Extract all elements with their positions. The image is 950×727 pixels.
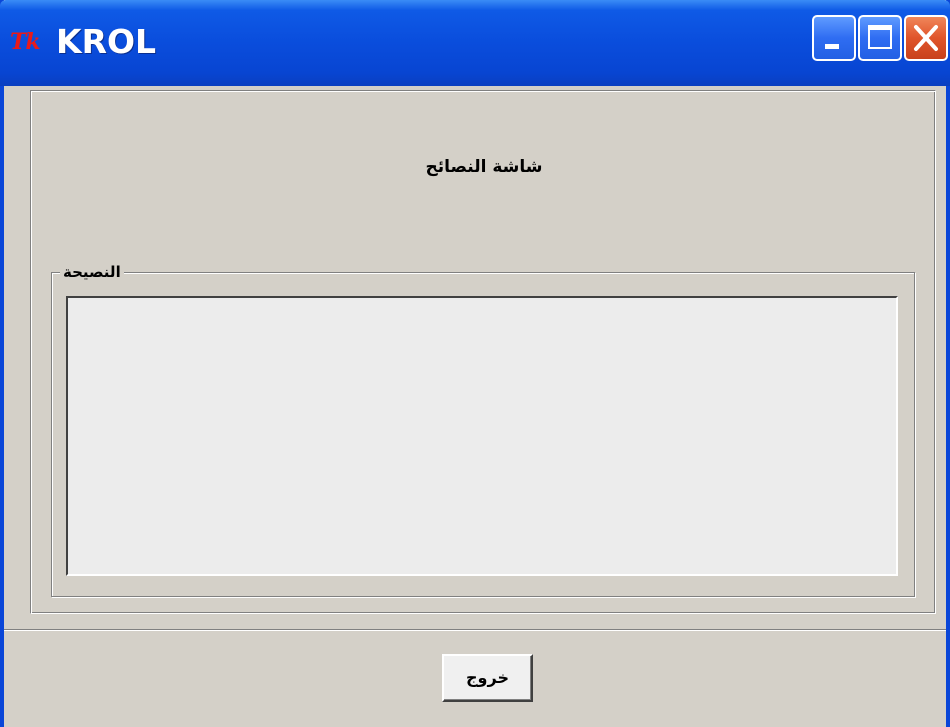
window-title: KROL bbox=[56, 22, 157, 61]
advice-text-area[interactable] bbox=[66, 296, 898, 576]
maximize-icon bbox=[868, 25, 892, 49]
main-frame: شاشة النصائح النصيحة bbox=[30, 90, 936, 614]
advice-group-legend: النصيحة bbox=[60, 261, 124, 283]
title-bar[interactable]: Tk KROL bbox=[0, 0, 950, 86]
minimize-button[interactable] bbox=[812, 15, 856, 61]
separator bbox=[4, 629, 946, 631]
tk-feather-icon[interactable]: Tk bbox=[10, 28, 46, 56]
close-icon bbox=[914, 25, 938, 51]
advice-groupbox: النصيحة bbox=[51, 261, 915, 597]
screen-title: شاشة النصائح bbox=[425, 157, 543, 177]
maximize-button[interactable] bbox=[858, 15, 902, 61]
app-window: Tk KROL شاشة النصائح النصيحة خروج bbox=[0, 0, 950, 727]
close-button[interactable] bbox=[904, 15, 948, 61]
client-area: شاشة النصائح النصيحة خروج bbox=[4, 86, 946, 727]
exit-button[interactable]: خروج bbox=[442, 654, 533, 702]
minimize-icon bbox=[825, 44, 839, 49]
